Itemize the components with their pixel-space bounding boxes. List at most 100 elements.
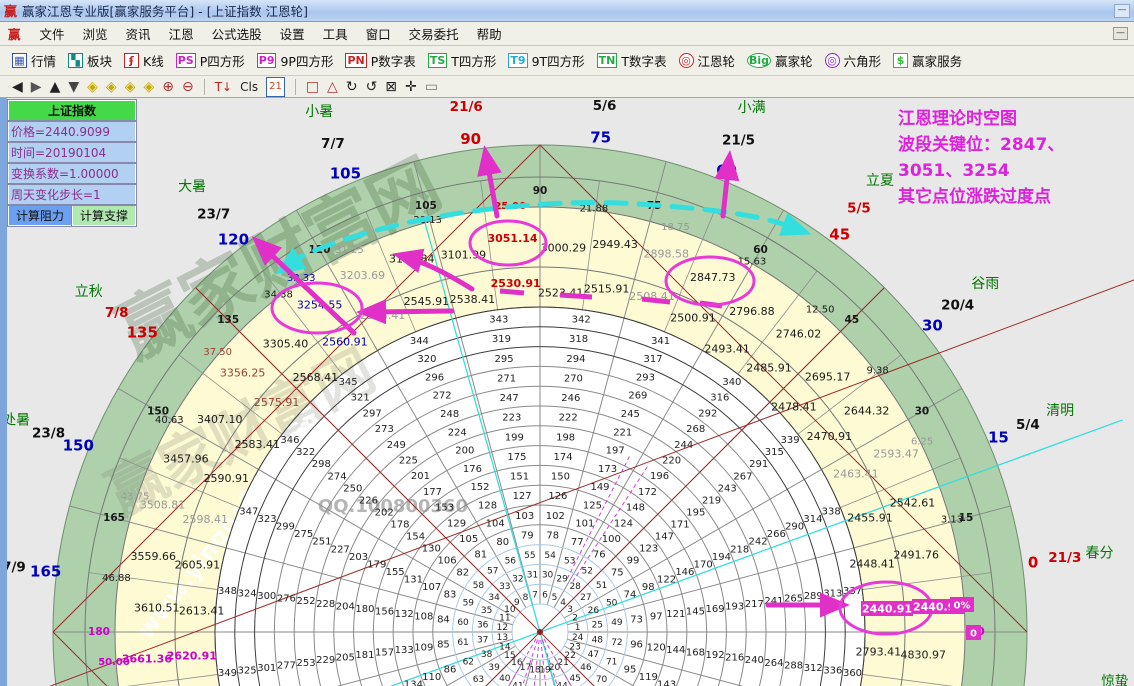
svg-text:2542.61: 2542.61 <box>890 497 936 510</box>
analysis-note: 江恩理论时空图 波段关键位：2847、 3051、3254 其它点位涨跌过度点 <box>898 106 1130 210</box>
svg-text:2530.91: 2530.91 <box>491 277 541 290</box>
triangle-tool-icon[interactable]: △ <box>327 78 338 96</box>
diamond-down-icon[interactable]: ◈ <box>143 78 154 96</box>
gann-wheel-button[interactable]: ◎江恩轮 <box>673 49 742 72</box>
p-square-button[interactable]: PSP四方形 <box>170 49 251 72</box>
price-field[interactable]: 价格=2440.9099 <box>8 121 136 142</box>
svg-text:36: 36 <box>477 620 489 630</box>
step-field[interactable]: 周天变化步长=1 <box>8 184 136 205</box>
svg-text:201: 201 <box>411 471 430 482</box>
quotes-button[interactable]: ▦行情 <box>6 49 62 72</box>
svg-text:6: 6 <box>542 590 548 600</box>
svg-text:2463.41: 2463.41 <box>833 467 879 480</box>
p-table-button[interactable]: PNP数字表 <box>339 49 421 72</box>
svg-text:105: 105 <box>459 534 478 545</box>
svg-text:78: 78 <box>546 530 559 541</box>
svg-text:46: 46 <box>580 663 592 673</box>
svg-text:90: 90 <box>533 185 548 197</box>
svg-text:145: 145 <box>686 607 705 618</box>
svg-text:50: 50 <box>606 598 618 608</box>
svg-text:小满: 小满 <box>738 100 766 116</box>
hexagon-button[interactable]: ◎六角形 <box>819 49 888 72</box>
t-table-button[interactable]: TNT数字表 <box>591 49 673 72</box>
svg-text:105: 105 <box>415 200 437 212</box>
collapse-arrows-icon[interactable]: ✛ <box>405 78 417 96</box>
svg-text:135: 135 <box>217 314 239 326</box>
svg-text:271: 271 <box>497 373 516 384</box>
9t-square-button[interactable]: T99T四方形 <box>502 49 590 72</box>
time-axis-icon[interactable]: T↓ <box>215 78 232 96</box>
svg-text:264: 264 <box>764 658 783 669</box>
svg-text:2644.32: 2644.32 <box>844 405 890 418</box>
service-button[interactable]: $赢家服务 <box>887 49 968 72</box>
svg-text:2455.91: 2455.91 <box>847 511 893 524</box>
svg-text:320: 320 <box>417 354 436 365</box>
svg-text:50.00: 50.00 <box>98 657 130 668</box>
candlestick-icon: ʄ <box>124 53 139 68</box>
diamond-up-icon[interactable]: ◈ <box>125 78 136 96</box>
svg-text:23/8: 23/8 <box>32 425 65 441</box>
svg-text:2493.41: 2493.41 <box>704 342 750 355</box>
svg-text:297: 297 <box>363 408 382 419</box>
rotate-cw-icon[interactable]: ↻ <box>346 78 358 96</box>
pointer-up-icon[interactable]: ▲ <box>50 78 61 96</box>
menu-item-6[interactable]: 工具 <box>314 24 357 45</box>
menu-item-5[interactable]: 设置 <box>271 24 314 45</box>
menu-item-3[interactable]: 江恩 <box>160 24 203 45</box>
calc-support-button[interactable]: 计算支撑 <box>72 205 136 226</box>
minimize-button[interactable]: — <box>1114 4 1130 18</box>
svg-text:343: 343 <box>489 314 508 325</box>
screen-tool-icon[interactable]: ▭ <box>425 78 438 96</box>
svg-text:146: 146 <box>675 567 694 578</box>
square-tool-icon[interactable]: □ <box>306 78 319 96</box>
svg-text:51: 51 <box>596 581 607 591</box>
svg-text:98: 98 <box>642 582 655 593</box>
calendar-icon[interactable]: 21 <box>266 77 285 97</box>
kline-button[interactable]: ʄK线 <box>118 49 170 72</box>
9p-square-button[interactable]: P99P四方形 <box>251 49 340 72</box>
svg-text:83: 83 <box>444 590 457 601</box>
sectors-button[interactable]: ▚板块 <box>62 49 118 72</box>
t-square-button[interactable]: TST四方形 <box>422 49 503 72</box>
diamond-right-icon[interactable]: ◈ <box>106 78 117 96</box>
menu-item-9[interactable]: 帮助 <box>468 24 511 45</box>
rotate-ccw-icon[interactable]: ↺ <box>366 78 378 96</box>
svg-text:61: 61 <box>457 638 468 648</box>
step-right-icon[interactable]: ▶ <box>31 78 42 96</box>
menu-item-2[interactable]: 资讯 <box>117 24 160 45</box>
svg-text:2598.41: 2598.41 <box>182 513 228 526</box>
pointer-down-icon[interactable]: ▼ <box>68 78 79 96</box>
mdi-minimize-button[interactable]: — <box>1113 27 1128 40</box>
zoom-in-icon[interactable]: ⊕ <box>162 78 174 96</box>
menu-item-0[interactable]: 文件 <box>31 24 74 45</box>
svg-text:3356.25: 3356.25 <box>220 367 266 380</box>
scale-factor-field[interactable]: 变换系数=1.00000 <box>8 163 136 184</box>
svg-text:346: 346 <box>280 435 299 446</box>
menu-item-1[interactable]: 浏览 <box>74 24 117 45</box>
svg-text:294: 294 <box>566 354 585 365</box>
menu-item-7[interactable]: 窗口 <box>357 24 400 45</box>
grid-box-icon[interactable]: ⊠ <box>385 78 397 96</box>
svg-text:2605.91: 2605.91 <box>175 558 221 571</box>
svg-text:72: 72 <box>611 638 622 648</box>
svg-text:200: 200 <box>455 446 474 457</box>
date-field[interactable]: 时间=20190104 <box>8 142 136 163</box>
zoom-out-icon[interactable]: ⊖ <box>182 78 194 96</box>
svg-text:154: 154 <box>406 532 425 543</box>
svg-text:3203.69: 3203.69 <box>340 269 386 282</box>
svg-text:40: 40 <box>499 674 511 684</box>
menu-item-8[interactable]: 交易委托 <box>400 24 468 45</box>
calc-resistance-button[interactable]: 计算阻力 <box>8 205 72 226</box>
diamond-left-icon[interactable]: ◈ <box>87 78 98 96</box>
svg-text:2478.41: 2478.41 <box>771 400 817 413</box>
svg-text:267: 267 <box>733 471 752 482</box>
svg-text:217: 217 <box>745 599 764 610</box>
svg-text:3000.29: 3000.29 <box>541 242 587 255</box>
winner-wheel-button[interactable]: Big赢家轮 <box>741 49 819 72</box>
step-left-icon[interactable]: ◀ <box>12 78 23 96</box>
clear-button[interactable]: Cls <box>240 78 258 96</box>
svg-text:90: 90 <box>460 130 481 148</box>
menu-item-4[interactable]: 公式选股 <box>203 24 271 45</box>
svg-text:32: 32 <box>512 575 523 585</box>
svg-text:105: 105 <box>330 165 361 183</box>
